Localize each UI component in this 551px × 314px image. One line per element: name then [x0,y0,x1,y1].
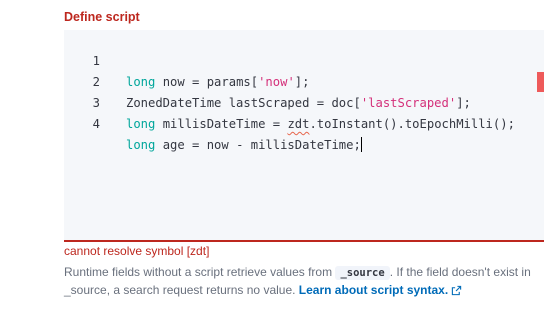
code-line: 3 long millisDateTime = zdt.toInstant().… [64,72,544,131]
code-error-token: zdt [287,117,310,131]
help-text-part: Runtime fields without a script retrieve… [64,265,336,279]
code-text: long age = now - millisDateTime; [126,135,362,156]
code-keyword: long [126,117,156,131]
script-syntax-link[interactable]: Learn about script syntax. [299,283,462,297]
source-code-badge: _source [335,266,390,280]
field-label: Define script [64,10,140,24]
code-keyword: long [126,138,156,152]
code-line: 4 long age = now - millisDateTime; [64,93,544,152]
text-cursor [360,137,362,152]
code-line: 1 long now = params['now']; [64,30,544,89]
code-token: .toInstant().toEpochMilli(); [309,117,515,131]
code-token: age = now - millisDateTime; [155,138,361,152]
code-text: long millisDateTime = zdt.toInstant().to… [126,114,515,135]
script-editor[interactable]: 1 long now = params['now']; 2 ZonedDateT… [64,30,544,242]
line-number: 4 [92,117,100,131]
code-token: millisDateTime = [155,117,288,131]
external-link-icon[interactable] [451,284,462,301]
error-scroll-marker [537,72,544,92]
script-syntax-link-label[interactable]: Learn about script syntax. [299,283,448,297]
code-line: 2 ZonedDateTime lastScraped = doc['lastS… [64,51,544,110]
help-text: Runtime fields without a script retrieve… [64,264,534,301]
field-error: cannot resolve symbol [zdt] [64,244,210,258]
